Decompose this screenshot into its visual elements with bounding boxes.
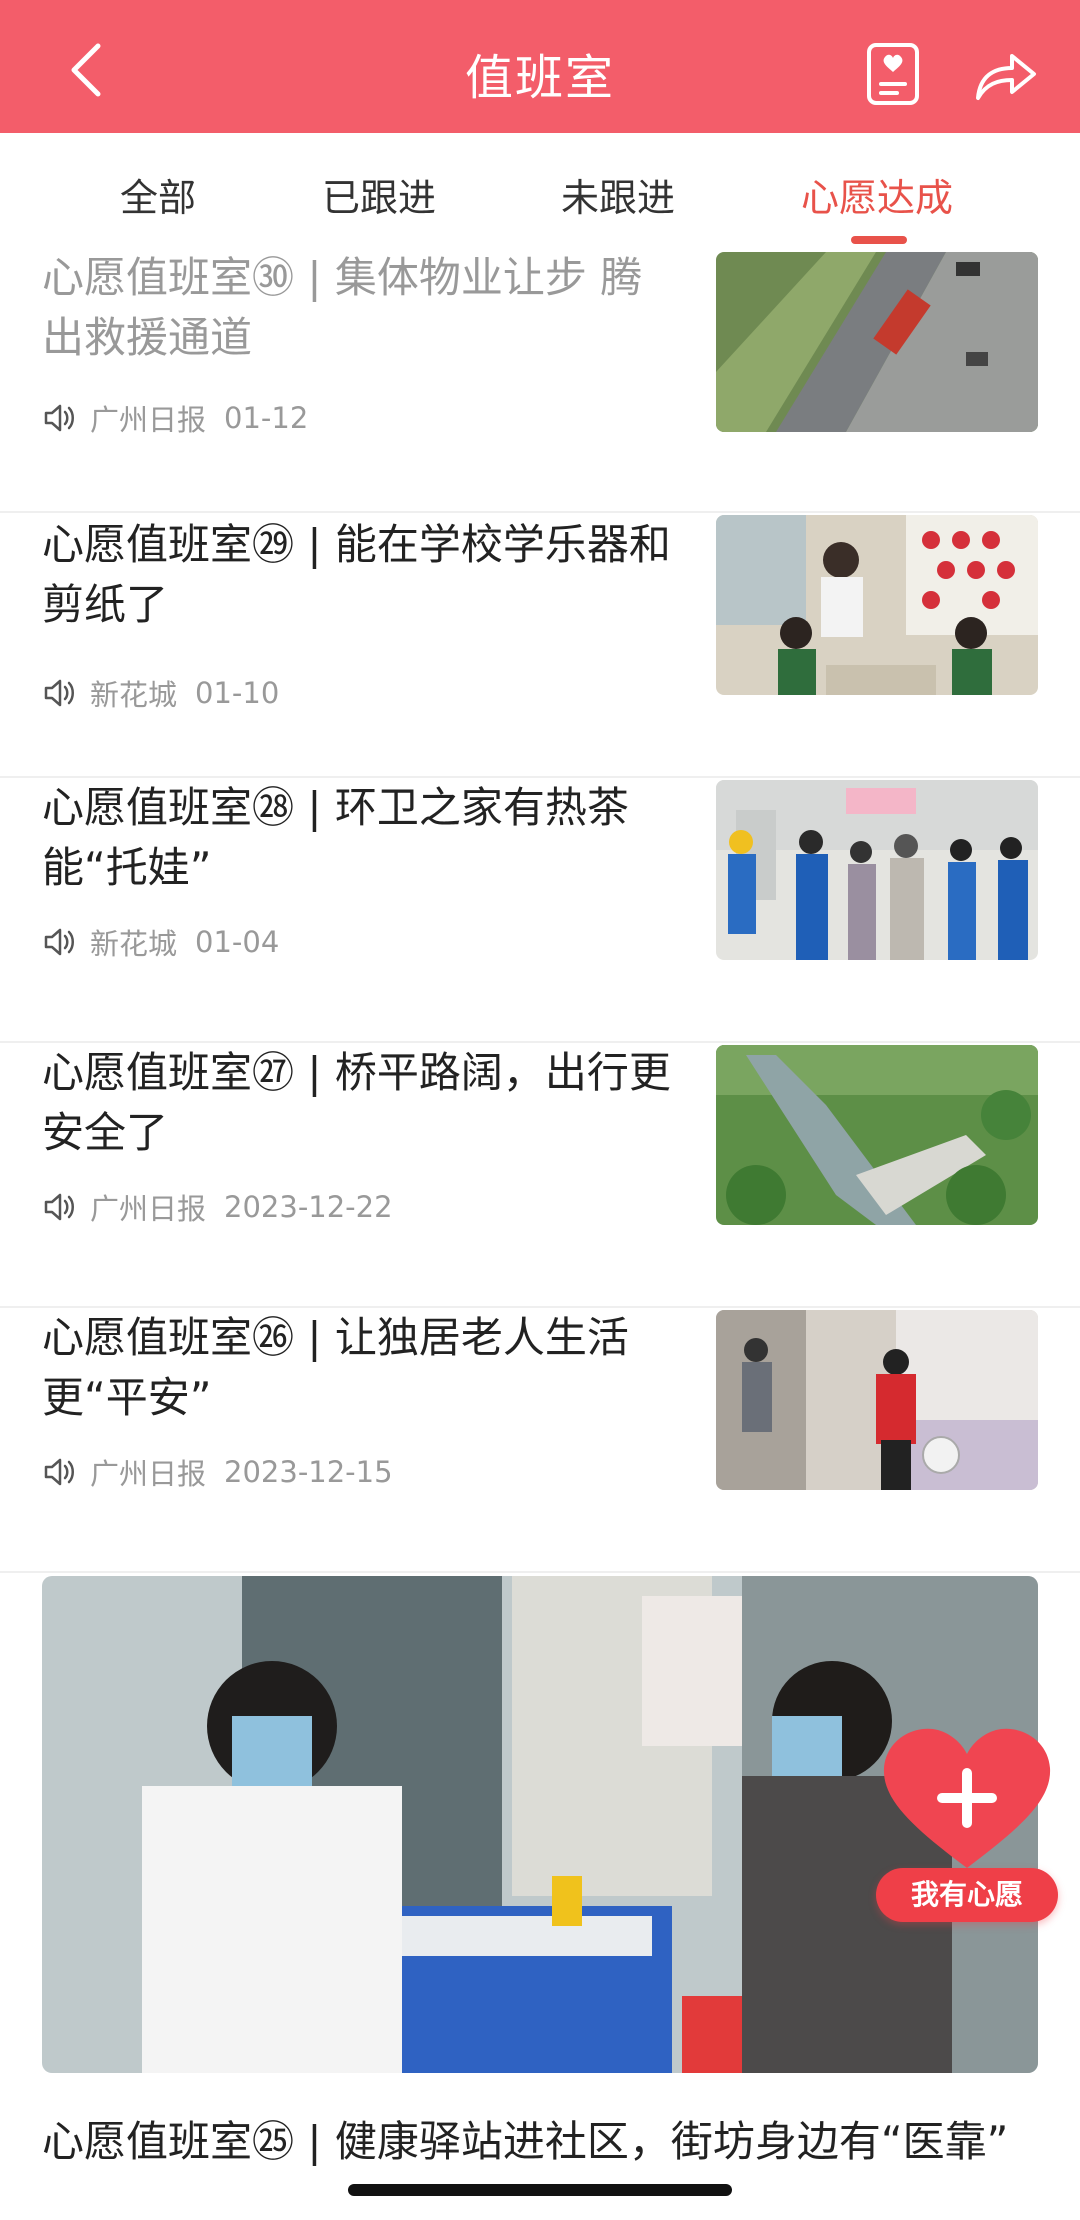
- speaker-icon[interactable]: [42, 925, 76, 959]
- article-source: 广州日报: [90, 1457, 207, 1491]
- article-title: 心愿值班室㉗ | 桥平路阔，出行更安全了: [42, 1048, 671, 1157]
- favorite-card-icon[interactable]: [866, 42, 920, 106]
- share-icon[interactable]: [974, 46, 1038, 102]
- article-meta: 广州日报 01-12: [42, 398, 308, 438]
- article-item[interactable]: 心愿值班室㉗ | 桥平路阔，出行更安全了 广州日报 2023-12-22: [0, 1043, 1080, 1308]
- article-date: 2023-12-22: [224, 1190, 393, 1224]
- app-header: 值班室: [0, 0, 1080, 133]
- tab-followed[interactable]: 已跟进: [322, 167, 436, 222]
- speaker-icon[interactable]: [42, 676, 76, 710]
- article-thumbnail: [716, 252, 1038, 432]
- article-source: 广州日报: [90, 1192, 207, 1226]
- active-tab-indicator: [851, 236, 907, 244]
- article-source: 新花城: [90, 678, 178, 712]
- article-title: 心愿值班室㉖ | 让独居老人生活更“平安”: [42, 1313, 629, 1422]
- article-date: 01-04: [195, 925, 280, 959]
- article-meta: 广州日报 2023-12-15: [42, 1452, 393, 1492]
- featured-title[interactable]: 心愿值班室㉕ | 健康驿站进社区，街坊身边有“医靠”: [42, 2112, 1042, 2172]
- article-item[interactable]: 心愿值班室㉘ | 环卫之家有热茶能“托娃” 新花城 01-04: [0, 778, 1080, 1043]
- article-source: 新花城: [90, 927, 178, 961]
- article-item[interactable]: 心愿值班室㉖ | 让独居老人生活更“平安” 广州日报 2023-12-15: [0, 1308, 1080, 1573]
- tab-all[interactable]: 全部: [120, 167, 196, 222]
- tab-wish-fulfilled[interactable]: 心愿达成: [801, 167, 953, 222]
- tab-bar: 全部 已跟进 未跟进 心愿达成: [0, 133, 1080, 243]
- article-title: 心愿值班室㉙ | 能在学校学乐器和剪纸了: [42, 520, 671, 629]
- speaker-icon[interactable]: [42, 1190, 76, 1224]
- speaker-icon[interactable]: [42, 401, 76, 435]
- article-meta: 广州日报 2023-12-22: [42, 1187, 393, 1227]
- article-item[interactable]: 心愿值班室㉚ | 集体物业让步 腾出救援通道 广州日报 01-12: [0, 248, 1080, 513]
- article-source: 广州日报: [90, 403, 207, 437]
- article-thumbnail: [716, 1045, 1038, 1225]
- wish-button[interactable]: 我有心愿: [876, 1868, 1058, 1922]
- article-title: 心愿值班室㉚ | 集体物业让步 腾出救援通道: [42, 253, 643, 362]
- article-thumbnail: [716, 1310, 1038, 1490]
- tab-not-followed[interactable]: 未跟进: [561, 167, 675, 222]
- article-date: 2023-12-15: [224, 1455, 393, 1489]
- article-date: 01-10: [195, 676, 280, 710]
- article-thumbnail: [716, 515, 1038, 695]
- article-meta: 新花城 01-04: [42, 922, 279, 962]
- article-meta: 新花城 01-10: [42, 673, 279, 713]
- article-title: 心愿值班室㉘ | 环卫之家有热茶能“托娃”: [42, 783, 629, 892]
- article-date: 01-12: [224, 401, 309, 435]
- article-item[interactable]: 心愿值班室㉙ | 能在学校学乐器和剪纸了 新花城 01-10: [0, 513, 1080, 778]
- article-thumbnail: [716, 780, 1038, 960]
- home-indicator: [348, 2184, 732, 2196]
- speaker-icon[interactable]: [42, 1455, 76, 1489]
